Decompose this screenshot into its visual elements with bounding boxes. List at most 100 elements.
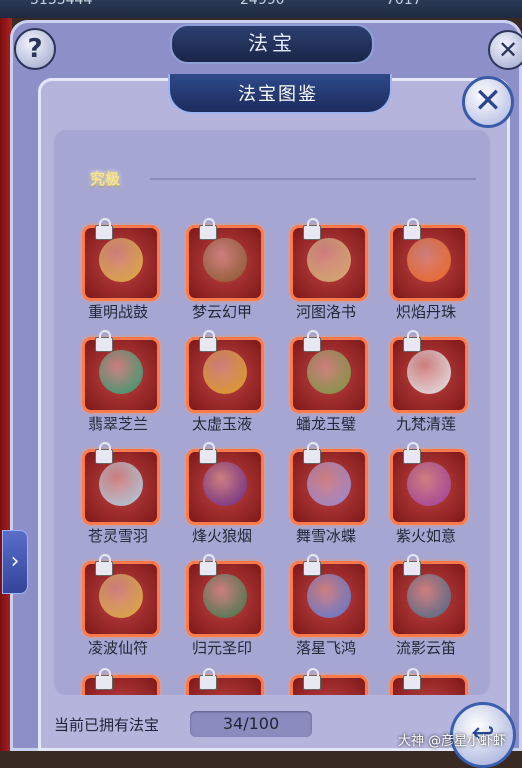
item-name: 蟠龙玉璧 [295, 415, 356, 433]
codex-item[interactable]: 翡翠芝兰 [68, 330, 164, 439]
help-button[interactable]: ? [14, 28, 56, 70]
lock-icon [199, 218, 217, 240]
item-frame [290, 330, 368, 413]
resource-count-2: 24990 [240, 0, 285, 8]
lock-icon [199, 554, 217, 576]
lock-icon [95, 330, 113, 352]
codex-item[interactable]: 梦云幻甲 [172, 218, 268, 327]
item-frame [186, 442, 264, 525]
item-name: 太虚玉液 [191, 415, 252, 433]
codex-item[interactable]: 紫火如意 [376, 442, 472, 551]
item-frame [186, 218, 264, 301]
codex-close-button[interactable]: ✕ [462, 76, 514, 128]
item-name: 舞雪冰蝶 [295, 527, 356, 545]
codex-item[interactable]: 舞雪冰蝶 [276, 442, 372, 551]
item-name: 凌波仙符 [87, 639, 148, 657]
item-name: 炽焰丹珠 [395, 303, 456, 321]
lock-icon [95, 668, 113, 690]
item-frame [186, 330, 264, 413]
item-name: 梦云幻甲 [191, 303, 252, 321]
codex-item[interactable]: 凌波仙符 [68, 554, 164, 663]
codex-item[interactable] [172, 668, 268, 695]
item-frame [82, 442, 160, 525]
lock-icon [95, 218, 113, 240]
item-name: 翡翠芝兰 [87, 415, 148, 433]
item-frame [186, 668, 264, 695]
top-resource-bar: 5155444 24990 7017 [0, 0, 522, 18]
seal-icon [203, 574, 247, 618]
codex-item[interactable]: 蟠龙玉璧 [276, 330, 372, 439]
owned-count: 34/100 [190, 711, 312, 737]
item-frame [390, 442, 468, 525]
codex-item[interactable] [68, 668, 164, 695]
watermark: 大神 @彦星小虾虾 [398, 734, 507, 749]
jade-orchid-icon [99, 350, 143, 394]
item-name: 落星飞鸿 [295, 639, 356, 657]
lock-icon [199, 668, 217, 690]
item-name: 河图洛书 [295, 303, 356, 321]
lock-icon [303, 668, 321, 690]
item-frame [82, 330, 160, 413]
ice-butterfly-icon [307, 462, 351, 506]
lock-icon [95, 554, 113, 576]
item-name: 归元圣印 [191, 639, 252, 657]
dragon-jade-icon [307, 350, 351, 394]
item-frame [290, 442, 368, 525]
lock-icon [303, 330, 321, 352]
resource-count-3: 7017 [386, 0, 422, 8]
codex-item[interactable]: 炽焰丹珠 [376, 218, 472, 327]
white-lotus-icon [407, 350, 451, 394]
codex-item-panel[interactable]: 究极 重明战鼓 梦云幻甲 河图洛书 炽焰丹珠 翡翠芝兰 太虚玉液 蟠龙玉璧 九梵清莲 苍灵雪羽 烽… [54, 130, 490, 695]
item-frame [390, 668, 468, 695]
ruyi-icon [407, 462, 451, 506]
codex-item[interactable] [376, 668, 472, 695]
item-name: 九梵清莲 [395, 415, 456, 433]
fabao-close-button[interactable]: ✕ [488, 30, 522, 70]
expand-side-arrow-button[interactable]: › [2, 530, 28, 594]
snow-feather-icon [99, 462, 143, 506]
talisman-icon [99, 574, 143, 618]
lock-icon [199, 442, 217, 464]
item-frame [390, 218, 468, 301]
item-frame [390, 554, 468, 637]
lock-icon [199, 330, 217, 352]
codex-item[interactable]: 太虚玉液 [172, 330, 268, 439]
lock-icon [303, 442, 321, 464]
codex-item[interactable]: 归元圣印 [172, 554, 268, 663]
lock-icon [303, 218, 321, 240]
item-frame [290, 218, 368, 301]
fire-orb-icon [407, 238, 451, 282]
codex-item[interactable]: 苍灵雪羽 [68, 442, 164, 551]
gourd-icon [203, 350, 247, 394]
item-frame [290, 554, 368, 637]
lock-icon [403, 554, 421, 576]
codex-item[interactable]: 九梵清莲 [376, 330, 472, 439]
lock-icon [403, 218, 421, 240]
codex-item[interactable]: 落星飞鸿 [276, 554, 372, 663]
codex-item[interactable] [276, 668, 372, 695]
lock-icon [303, 554, 321, 576]
lock-icon [403, 442, 421, 464]
flute-icon [407, 574, 451, 618]
section-divider [150, 178, 476, 180]
item-frame [186, 554, 264, 637]
codex-item[interactable]: 流影云笛 [376, 554, 472, 663]
owned-label: 当前已拥有法宝 [54, 716, 160, 734]
item-frame [390, 330, 468, 413]
lock-icon [403, 330, 421, 352]
flying-bird-icon [307, 574, 351, 618]
codex-item[interactable]: 烽火狼烟 [172, 442, 268, 551]
armor-icon [203, 238, 247, 282]
taiji-scroll-icon [307, 238, 351, 282]
codex-title: 法宝图鉴 [238, 84, 318, 105]
item-frame [290, 668, 368, 695]
codex-item[interactable]: 重明战鼓 [68, 218, 164, 327]
item-name: 烽火狼烟 [191, 527, 252, 545]
codex-item[interactable]: 河图洛书 [276, 218, 372, 327]
lock-icon [95, 442, 113, 464]
item-frame [82, 554, 160, 637]
item-name: 流影云笛 [395, 639, 456, 657]
item-name: 苍灵雪羽 [87, 527, 148, 545]
lock-icon [403, 668, 421, 690]
item-frame [82, 668, 160, 695]
